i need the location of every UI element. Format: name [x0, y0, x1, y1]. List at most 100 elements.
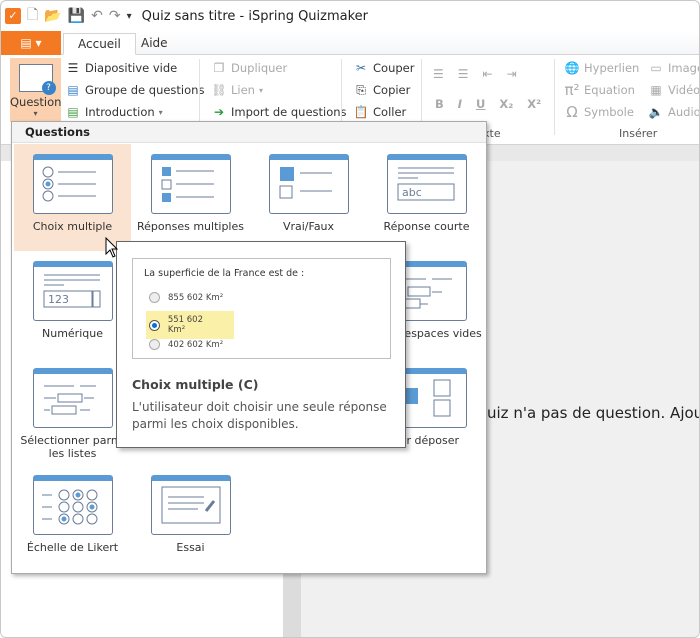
- equation-label: Equation: [584, 83, 635, 97]
- paste-icon: 📋: [353, 105, 369, 119]
- multiple-choice-icon: [32, 154, 113, 214]
- radio-icon: [149, 339, 160, 350]
- hyperlink-label: Hyperlien: [584, 61, 640, 75]
- radio-selected-icon: [149, 319, 160, 331]
- question-icon: ?: [18, 64, 56, 95]
- preview-question: La superficie de la France est de :: [144, 268, 305, 279]
- file-menu-button[interactable]: ▤ ▾: [1, 31, 61, 55]
- decrease-indent-icon[interactable]: ⇤: [483, 67, 493, 81]
- equation-button[interactable]: π² Equation: [564, 81, 635, 99]
- paste-label: Coller: [373, 105, 407, 119]
- audio-label: Audio: [668, 105, 700, 119]
- link-label: Lien: [231, 83, 255, 97]
- question-type-true-false[interactable]: Vrai/Faux: [250, 144, 367, 251]
- link-button[interactable]: ⛓ Lien ▾: [211, 83, 263, 97]
- symbol-button[interactable]: Ω Symbole: [564, 103, 634, 121]
- question-type-multiple-choice[interactable]: Choix multiple: [14, 144, 131, 251]
- question-type-likert-scale[interactable]: Échelle de Likert: [14, 465, 131, 572]
- introduction-button[interactable]: ▤ Introduction ▾: [65, 105, 163, 119]
- bold-button[interactable]: B: [435, 97, 444, 111]
- question-button[interactable]: ? Question ▾: [10, 58, 61, 122]
- question-group-icon: ▤: [67, 83, 79, 97]
- question-type-short-answer[interactable]: abc Réponse courte: [368, 144, 485, 251]
- chevron-down-icon: ▾: [33, 109, 38, 118]
- question-type-numeric[interactable]: 123 Numérique: [14, 251, 131, 358]
- question-type-label: Réponses multiples: [137, 220, 244, 233]
- tooltip-title: Choix multiple (C): [132, 377, 259, 392]
- image-label: Image: [668, 61, 699, 75]
- window-title: Quiz sans titre - iSpring Quizmaker: [141, 8, 369, 24]
- question-group-label: Groupe de questions: [85, 83, 205, 97]
- preview-option: 402 602 Km²: [149, 339, 223, 350]
- bullet-list-icon[interactable]: ☰: [433, 67, 444, 81]
- duplicate-icon: ❐: [213, 61, 225, 75]
- divider: [554, 59, 555, 135]
- open-folder-icon[interactable]: 📂: [44, 8, 61, 24]
- introduction-label: Introduction: [85, 105, 155, 119]
- radio-icon: [149, 292, 160, 303]
- essay-icon: [150, 475, 231, 535]
- question-type-label: Échelle de Likert: [26, 541, 119, 554]
- question-type-label: Choix multiple: [32, 220, 113, 233]
- redo-icon[interactable]: ↷: [109, 8, 121, 24]
- import-icon: ➔: [213, 105, 225, 119]
- chevron-down-icon: ▾: [258, 85, 263, 95]
- save-icon[interactable]: 💾: [68, 8, 85, 24]
- app-icon: ✓: [5, 8, 21, 24]
- cut-button[interactable]: ✂ Couper: [353, 61, 415, 75]
- underline-button[interactable]: U: [476, 97, 485, 111]
- copy-button[interactable]: ⎘ Copier: [353, 83, 410, 97]
- question-type-multiple-response[interactable]: Réponses multiples: [132, 144, 249, 251]
- film-icon: ▦: [650, 83, 662, 97]
- duplicate-label: Dupliquer: [231, 61, 288, 75]
- tab-aide[interactable]: Aide: [127, 33, 182, 55]
- superscript-button[interactable]: X²: [527, 97, 541, 111]
- option-label: 402 602 Km²: [168, 339, 224, 350]
- italic-button[interactable]: I: [458, 97, 462, 111]
- tab-accueil[interactable]: Accueil: [63, 33, 136, 55]
- blank-slide-label: Diapositive vide: [85, 61, 178, 75]
- quick-access-toolbar: ✓ 🗋 📂 💾 ↶ ↷ ▾: [5, 4, 132, 28]
- link-icon: ⛓: [211, 83, 227, 97]
- paste-button[interactable]: 📋 Coller: [353, 105, 407, 119]
- likert-scale-icon: [32, 475, 113, 535]
- preview-option: 855 602 Km²: [149, 292, 223, 303]
- subscript-button[interactable]: X₂: [499, 97, 513, 111]
- omega-icon: Ω: [566, 103, 578, 121]
- select-from-lists-icon: [32, 368, 113, 428]
- chevron-down-icon: ▾: [158, 107, 163, 117]
- image-icon: ▭: [650, 61, 662, 75]
- tooltip-description: L'utilisateur doit choisir une seule rép…: [132, 400, 387, 431]
- duplicate-button[interactable]: ❐ Dupliquer: [211, 61, 288, 75]
- video-button[interactable]: ▦ Vidéo: [648, 83, 699, 97]
- numeric-icon: 123: [32, 261, 113, 321]
- tooltip-preview: La superficie de la France est de : 855 …: [132, 258, 391, 359]
- app-window: ✓ 🗋 📂 💾 ↶ ↷ ▾ Quiz sans titre - iSpring …: [0, 0, 700, 638]
- question-type-label: Numérique: [42, 327, 103, 340]
- numbered-list-icon[interactable]: ☰: [458, 67, 469, 81]
- question-button-label: Question: [10, 95, 62, 109]
- question-type-label: Réponse courte: [383, 220, 470, 233]
- question-type-essay[interactable]: Essai: [132, 465, 249, 572]
- hyperlink-button[interactable]: 🌐 Hyperlien: [564, 61, 640, 75]
- increase-indent-icon[interactable]: ⇥: [507, 67, 517, 81]
- pi-icon: π²: [564, 81, 580, 99]
- customize-dropdown-icon[interactable]: ▾: [127, 11, 132, 22]
- audio-button[interactable]: 🔈 Audio: [648, 105, 700, 119]
- question-group-button[interactable]: ▤ Groupe de questions: [65, 83, 204, 97]
- image-button[interactable]: ▭ Image: [648, 61, 699, 75]
- empty-quiz-message: uiz n'a pas de question. Ajouter: [487, 404, 699, 422]
- import-questions-button[interactable]: ➔ Import de questions: [211, 105, 347, 119]
- question-type-label: Vrai/Faux: [282, 220, 335, 233]
- cut-label: Couper: [373, 61, 415, 75]
- undo-icon[interactable]: ↶: [91, 8, 103, 24]
- blank-slide-button[interactable]: ☰ Diapositive vide: [65, 61, 178, 75]
- question-type-select-from-lists[interactable]: Sélectionner parmi les listes: [14, 358, 131, 465]
- question-type-label: Essai: [176, 541, 205, 554]
- preview-option-selected: 551 602 Km²: [146, 311, 234, 339]
- format-buttons: B I U X₂ X²: [435, 97, 541, 111]
- new-file-icon[interactable]: 🗋: [27, 4, 38, 28]
- symbol-label: Symbole: [584, 105, 634, 119]
- option-label: 855 602 Km²: [168, 292, 224, 303]
- import-label: Import de questions: [231, 105, 347, 119]
